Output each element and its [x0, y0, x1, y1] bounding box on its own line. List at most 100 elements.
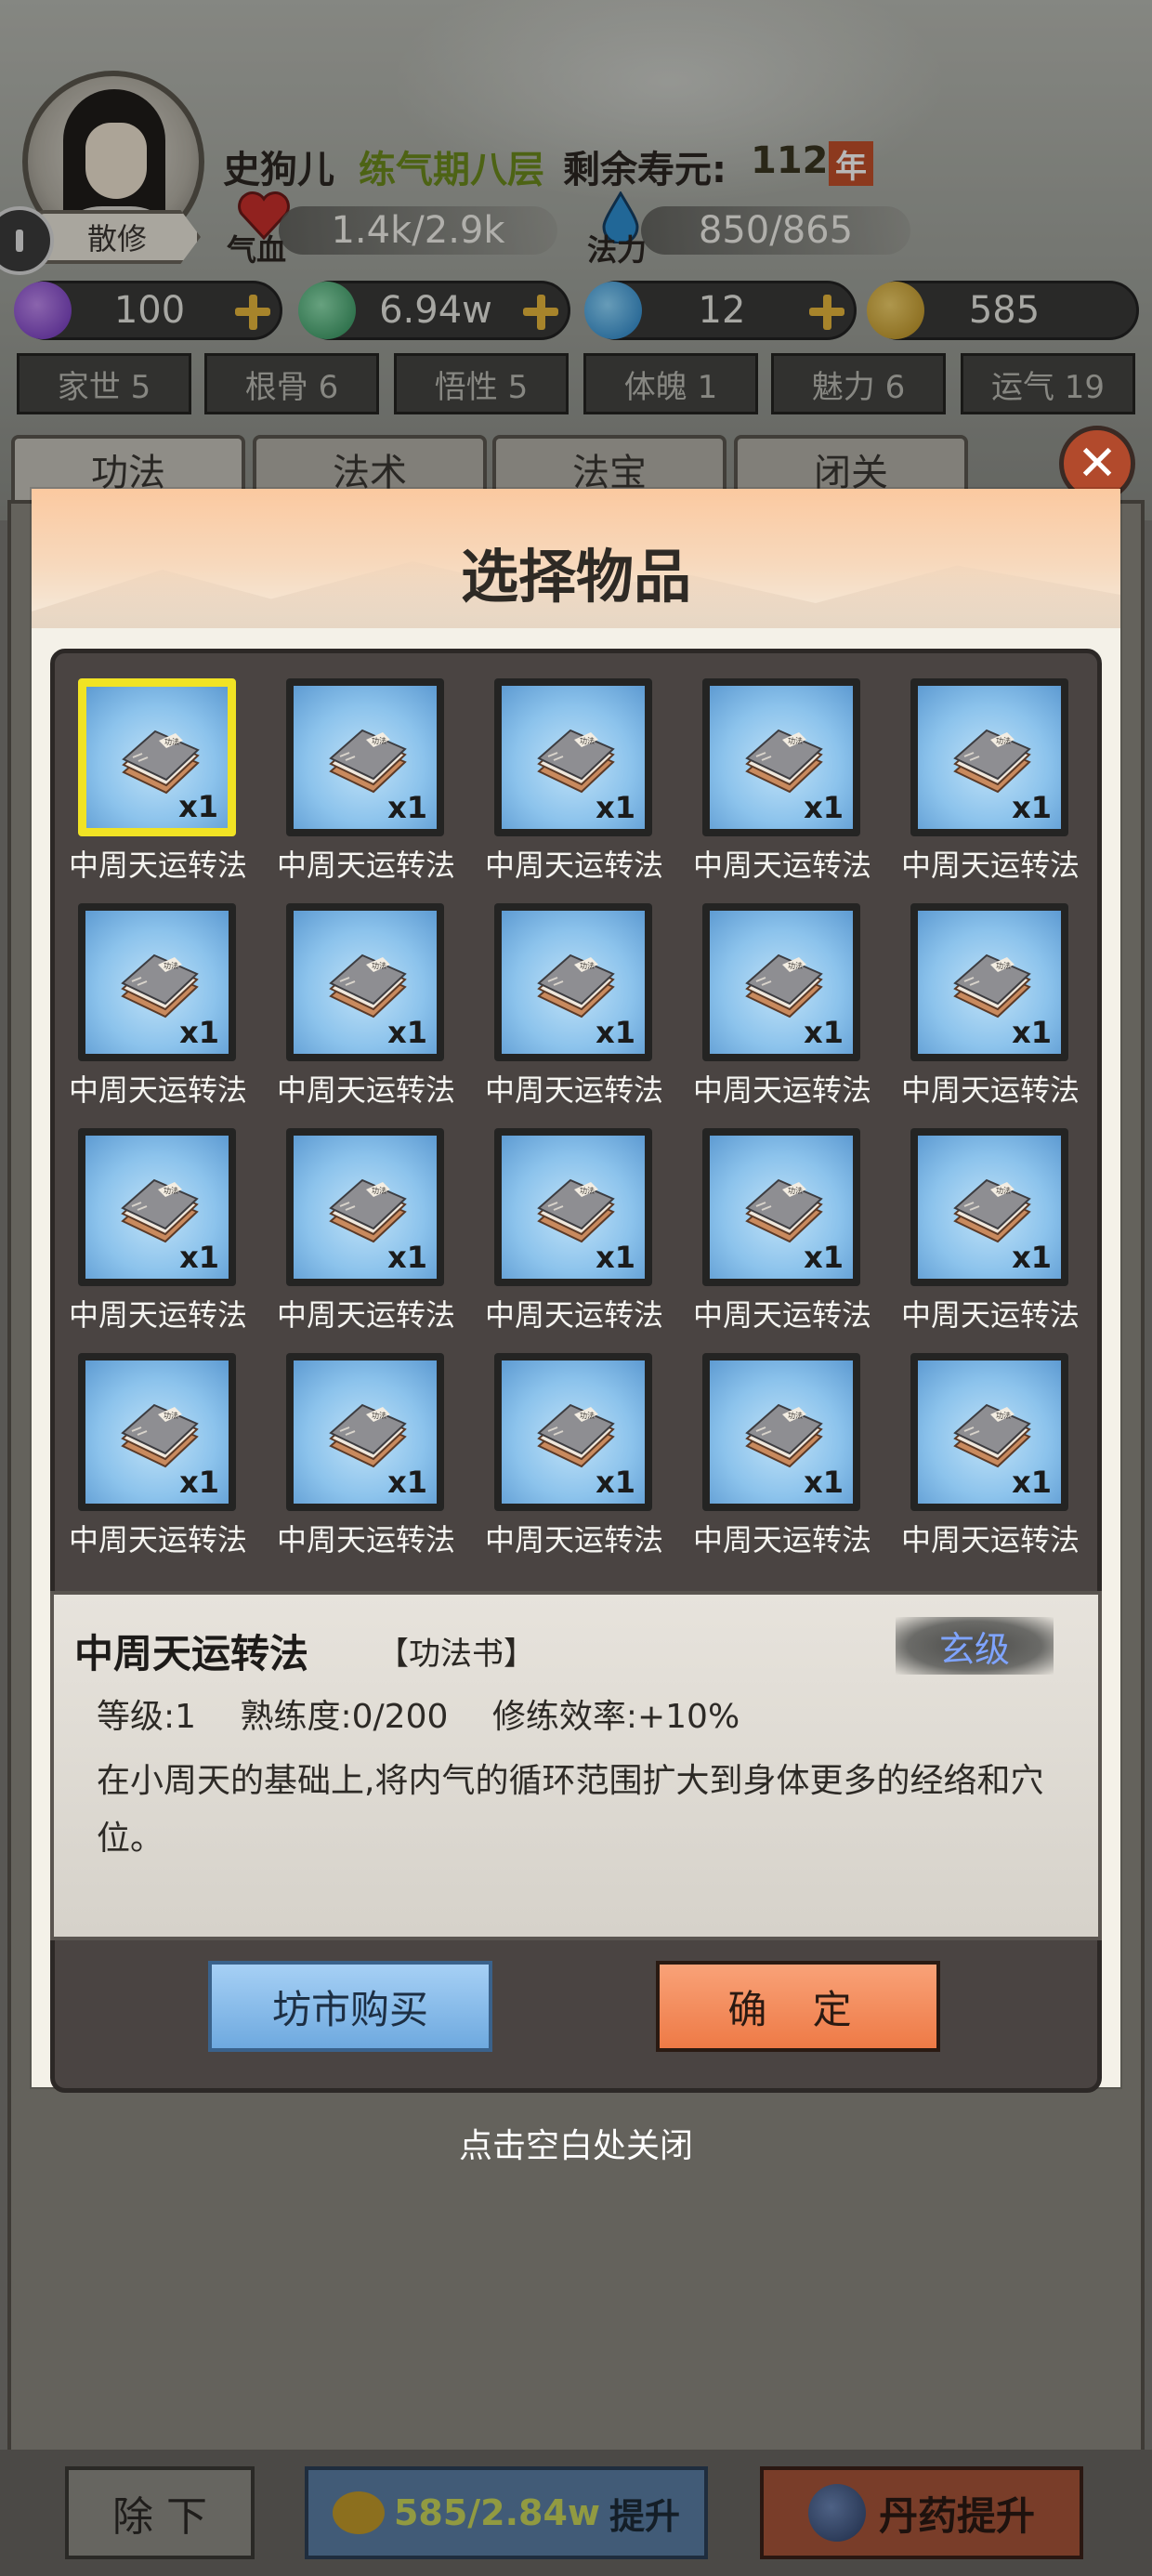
detail-efficiency: 修练效率:+10% [491, 1698, 740, 1736]
item-quantity: x1 [804, 1015, 844, 1050]
book-cover-text: 功法 [580, 736, 595, 745]
item-icon-bg: 功法 x1 [86, 687, 228, 828]
item-quantity: x1 [179, 1240, 219, 1275]
item-icon-bg: 功法 x1 [85, 1136, 229, 1279]
item-slot[interactable]: 功法 x1 中周天运转法 [678, 894, 886, 1113]
detail-proficiency: 熟练度:0/200 [240, 1698, 449, 1736]
item-slot[interactable]: 功法 x1 中周天运转法 [54, 669, 262, 888]
item-icon-frame: 功法 x1 [286, 1353, 444, 1511]
item-icon-frame: 功法 x1 [910, 678, 1068, 836]
item-quantity: x1 [178, 789, 218, 824]
item-quantity: x1 [804, 1465, 844, 1500]
item-icon-bg: 功法 x1 [294, 686, 437, 829]
item-slot[interactable]: 功法 x1 中周天运转法 [678, 1119, 886, 1338]
item-quantity: x1 [179, 1015, 219, 1050]
book-cover-text: 功法 [372, 736, 386, 745]
market-buy-button[interactable]: 坊市购买 [208, 1961, 492, 2052]
item-name: 中周天运转法 [276, 848, 455, 883]
item-icon-bg: 功法 x1 [710, 1136, 853, 1279]
book-icon: 功法 [745, 729, 823, 794]
item-slot[interactable]: 功法 x1 中周天运转法 [262, 669, 470, 888]
item-quantity: x1 [596, 790, 635, 825]
item-slot[interactable]: 功法 x1 中周天运转法 [262, 1344, 470, 1563]
item-slot[interactable]: 功法 x1 中周天运转法 [678, 669, 886, 888]
item-icon-frame: 功法 x1 [286, 1128, 444, 1286]
item-quantity: x1 [804, 790, 844, 825]
item-icon-bg: 功法 x1 [710, 1360, 853, 1504]
item-slot[interactable]: 功法 x1 中周天运转法 [262, 894, 470, 1113]
item-quantity: x1 [387, 1465, 427, 1500]
item-slot[interactable]: 功法 x1 中周天运转法 [470, 894, 678, 1113]
book-icon: 功法 [329, 1178, 407, 1243]
item-icon-frame: 功法 x1 [78, 678, 236, 836]
book-icon: 功法 [121, 1403, 199, 1468]
item-slot[interactable]: 功法 x1 中周天运转法 [886, 1344, 1094, 1563]
item-name: 中周天运转法 [692, 1072, 871, 1108]
book-icon: 功法 [121, 1178, 199, 1243]
item-icon-frame: 功法 x1 [910, 1128, 1068, 1286]
item-name: 中周天运转法 [900, 848, 1080, 883]
item-slot[interactable]: 功法 x1 中周天运转法 [886, 894, 1094, 1113]
item-quantity: x1 [804, 1240, 844, 1275]
item-slot[interactable]: 功法 x1 中周天运转法 [54, 894, 262, 1113]
item-icon-frame: 功法 x1 [286, 678, 444, 836]
book-cover-text: 功法 [164, 1186, 178, 1195]
item-icon-bg: 功法 x1 [502, 1136, 645, 1279]
book-icon: 功法 [745, 1403, 823, 1468]
modal-title: 选择物品 [460, 543, 691, 611]
book-icon: 功法 [953, 953, 1031, 1019]
book-cover-text: 功法 [788, 736, 803, 745]
item-name: 中周天运转法 [900, 1522, 1080, 1557]
book-cover-text: 功法 [788, 1411, 803, 1420]
item-slot[interactable]: 功法 x1 中周天运转法 [470, 1119, 678, 1338]
book-icon: 功法 [537, 729, 615, 794]
item-quantity: x1 [596, 1465, 635, 1500]
item-quantity: x1 [179, 1465, 219, 1500]
item-icon-bg: 功法 x1 [294, 1360, 437, 1504]
book-icon: 功法 [953, 729, 1031, 794]
item-slot[interactable]: 功法 x1 中周天运转法 [886, 669, 1094, 888]
confirm-button[interactable]: 确 定 [656, 1961, 940, 2052]
book-cover-text: 功法 [580, 961, 595, 970]
close-hint: 点击空白处关闭 [458, 2127, 693, 2165]
item-icon-bg: 功法 x1 [294, 1136, 437, 1279]
item-icon-bg: 功法 x1 [710, 686, 853, 829]
item-slot[interactable]: 功法 x1 中周天运转法 [470, 669, 678, 888]
book-icon: 功法 [537, 953, 615, 1019]
book-cover-text: 功法 [164, 737, 179, 746]
item-icon-frame: 功法 x1 [494, 678, 652, 836]
book-cover-text: 功法 [372, 1411, 386, 1420]
item-slot[interactable]: 功法 x1 中周天运转法 [54, 1344, 262, 1563]
item-quantity: x1 [596, 1015, 635, 1050]
book-cover-text: 功法 [580, 1411, 595, 1420]
book-icon: 功法 [121, 953, 199, 1019]
item-name: 中周天运转法 [68, 848, 247, 883]
item-slot[interactable]: 功法 x1 中周天运转法 [262, 1119, 470, 1338]
item-icon-bg: 功法 x1 [502, 911, 645, 1054]
item-quantity: x1 [387, 790, 427, 825]
book-icon: 功法 [329, 953, 407, 1019]
item-name: 中周天运转法 [484, 848, 663, 883]
item-name: 中周天运转法 [484, 1522, 663, 1557]
detail-item-name: 中周天运转法 [74, 1631, 309, 1676]
item-slot[interactable]: 功法 x1 中周天运转法 [470, 1344, 678, 1563]
item-icon-bg: 功法 x1 [85, 911, 229, 1054]
item-quantity: x1 [387, 1015, 427, 1050]
item-icon-frame: 功法 x1 [702, 1128, 860, 1286]
book-icon: 功法 [953, 1403, 1031, 1468]
item-slot[interactable]: 功法 x1 中周天运转法 [678, 1344, 886, 1563]
item-slot[interactable]: 功法 x1 中周天运转法 [54, 1119, 262, 1338]
item-icon-frame: 功法 x1 [494, 1353, 652, 1511]
book-cover-text: 功法 [372, 961, 386, 970]
item-name: 中周天运转法 [68, 1072, 247, 1108]
item-name: 中周天运转法 [692, 1297, 871, 1333]
item-icon-bg: 功法 x1 [918, 686, 1061, 829]
item-grid: 功法 x1 中周天运转法 功法 x1 中周天运转法 功法 x1 中周天运转法 功法 x1 中周天运转法… [50, 649, 1102, 1580]
book-icon: 功法 [537, 1178, 615, 1243]
book-icon: 功法 [537, 1403, 615, 1468]
item-name: 中周天运转法 [484, 1297, 663, 1333]
item-slot[interactable]: 功法 x1 中周天运转法 [886, 1119, 1094, 1338]
item-quantity: x1 [1012, 1015, 1052, 1050]
item-quantity: x1 [1012, 1240, 1052, 1275]
book-icon: 功法 [953, 1178, 1031, 1243]
